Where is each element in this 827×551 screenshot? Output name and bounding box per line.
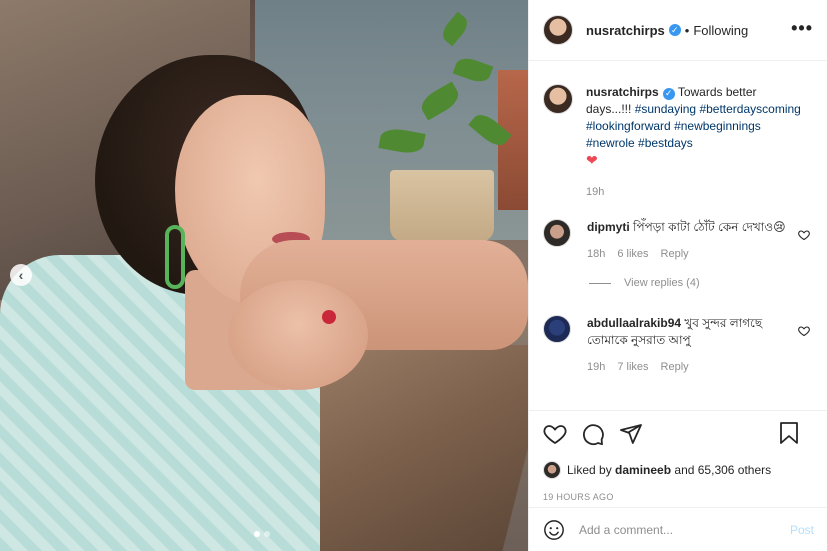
liked-by-prefix: Liked by <box>567 463 612 477</box>
author-avatar[interactable] <box>543 15 573 45</box>
likes-summary: Liked by damineeb and 65,306 others <box>543 461 814 479</box>
comment-icon[interactable] <box>581 422 605 446</box>
author-avatar[interactable] <box>543 84 573 114</box>
comment-time[interactable]: 19h <box>587 359 605 376</box>
post-header: nusratchirps ✓ • Following ••• <box>529 0 827 61</box>
replies-divider <box>589 282 611 284</box>
hashtag-link[interactable]: #newbeginnings <box>674 119 761 133</box>
liker-avatar[interactable] <box>543 461 561 479</box>
bookmark-icon[interactable] <box>778 421 800 445</box>
share-icon[interactable] <box>619 422 643 446</box>
commenter-avatar[interactable] <box>543 315 571 343</box>
comment-time[interactable]: 18h <box>587 246 605 263</box>
verified-badge-icon: ✓ <box>668 24 681 36</box>
caption: nusratchirps ✓ Towards better days...!!! … <box>543 84 812 201</box>
comment-likes[interactable]: 7 likes <box>617 359 648 376</box>
commenter-avatar[interactable] <box>543 219 571 247</box>
carousel-dots <box>254 531 270 537</box>
caption-username[interactable]: nusratchirps <box>586 85 659 99</box>
liked-by-user[interactable]: damineeb <box>615 463 671 477</box>
heart-icon[interactable] <box>543 422 567 446</box>
post-timestamp[interactable]: 19 HOURS AGO <box>543 492 814 502</box>
view-replies-label: View replies (4) <box>624 277 700 289</box>
carousel-dot <box>264 531 270 537</box>
post-actions: Liked by damineeb and 65,306 others 19 H… <box>529 410 827 502</box>
separator-dot: • <box>684 22 690 38</box>
post-comment-button[interactable]: Post <box>790 523 814 537</box>
commenter-username[interactable]: abdullaalrakib94 <box>587 316 681 330</box>
red-heart-emoji: ❤ <box>586 152 598 168</box>
hands <box>228 280 368 390</box>
comment-input[interactable] <box>579 522 779 537</box>
comment-item: abdullaalrakib94 খুব সুন্দর লাগছে তোমাকে… <box>543 315 812 376</box>
caption-time[interactable]: 19h <box>586 184 801 201</box>
more-options-icon[interactable]: ••• <box>791 19 813 37</box>
add-comment-bar: Post <box>529 507 827 551</box>
post-sidebar: nusratchirps ✓ • Following ••• nusratchi… <box>528 0 827 551</box>
plant-pot <box>390 170 494 242</box>
hashtag-link[interactable]: #betterdayscoming <box>699 102 800 116</box>
reply-button[interactable]: Reply <box>661 359 689 376</box>
verified-badge-icon: ✓ <box>662 87 675 100</box>
liked-by-others[interactable]: and 65,306 others <box>674 463 771 477</box>
hashtag-link[interactable]: #sundaying <box>635 102 696 116</box>
comment-heart-icon[interactable] <box>798 229 810 241</box>
smiley-icon[interactable] <box>543 519 565 541</box>
chevron-left-icon: ‹ <box>18 267 24 283</box>
earring <box>165 225 185 289</box>
hashtag-link[interactable]: #lookingforward <box>586 119 671 133</box>
hashtag-link[interactable]: #newrole <box>586 136 635 150</box>
view-replies-button[interactable]: View replies (4) <box>589 277 812 289</box>
comment-text: পিঁপড়া কাটা ঠোঁট কেন দেখাও😢 <box>633 220 786 234</box>
hashtag-link[interactable]: #bestdays <box>638 136 693 150</box>
comment-heart-icon[interactable] <box>798 325 810 337</box>
comment-likes[interactable]: 6 likes <box>617 246 648 263</box>
carousel-dot <box>254 531 260 537</box>
red-ring <box>322 310 336 324</box>
comment-item: dipmyti পিঁপড়া কাটা ঠোঁট কেন দেখাও😢 18h… <box>543 219 812 263</box>
post-photo[interactable]: ‹ <box>0 0 528 551</box>
comments-section[interactable]: nusratchirps ✓ Towards better days...!!! … <box>529 62 827 410</box>
author-username[interactable]: nusratchirps <box>586 23 665 38</box>
commenter-username[interactable]: dipmyti <box>587 220 630 234</box>
reply-button[interactable]: Reply <box>661 246 689 263</box>
following-button[interactable]: Following <box>693 23 748 38</box>
previous-slide-button[interactable]: ‹ <box>10 264 32 286</box>
